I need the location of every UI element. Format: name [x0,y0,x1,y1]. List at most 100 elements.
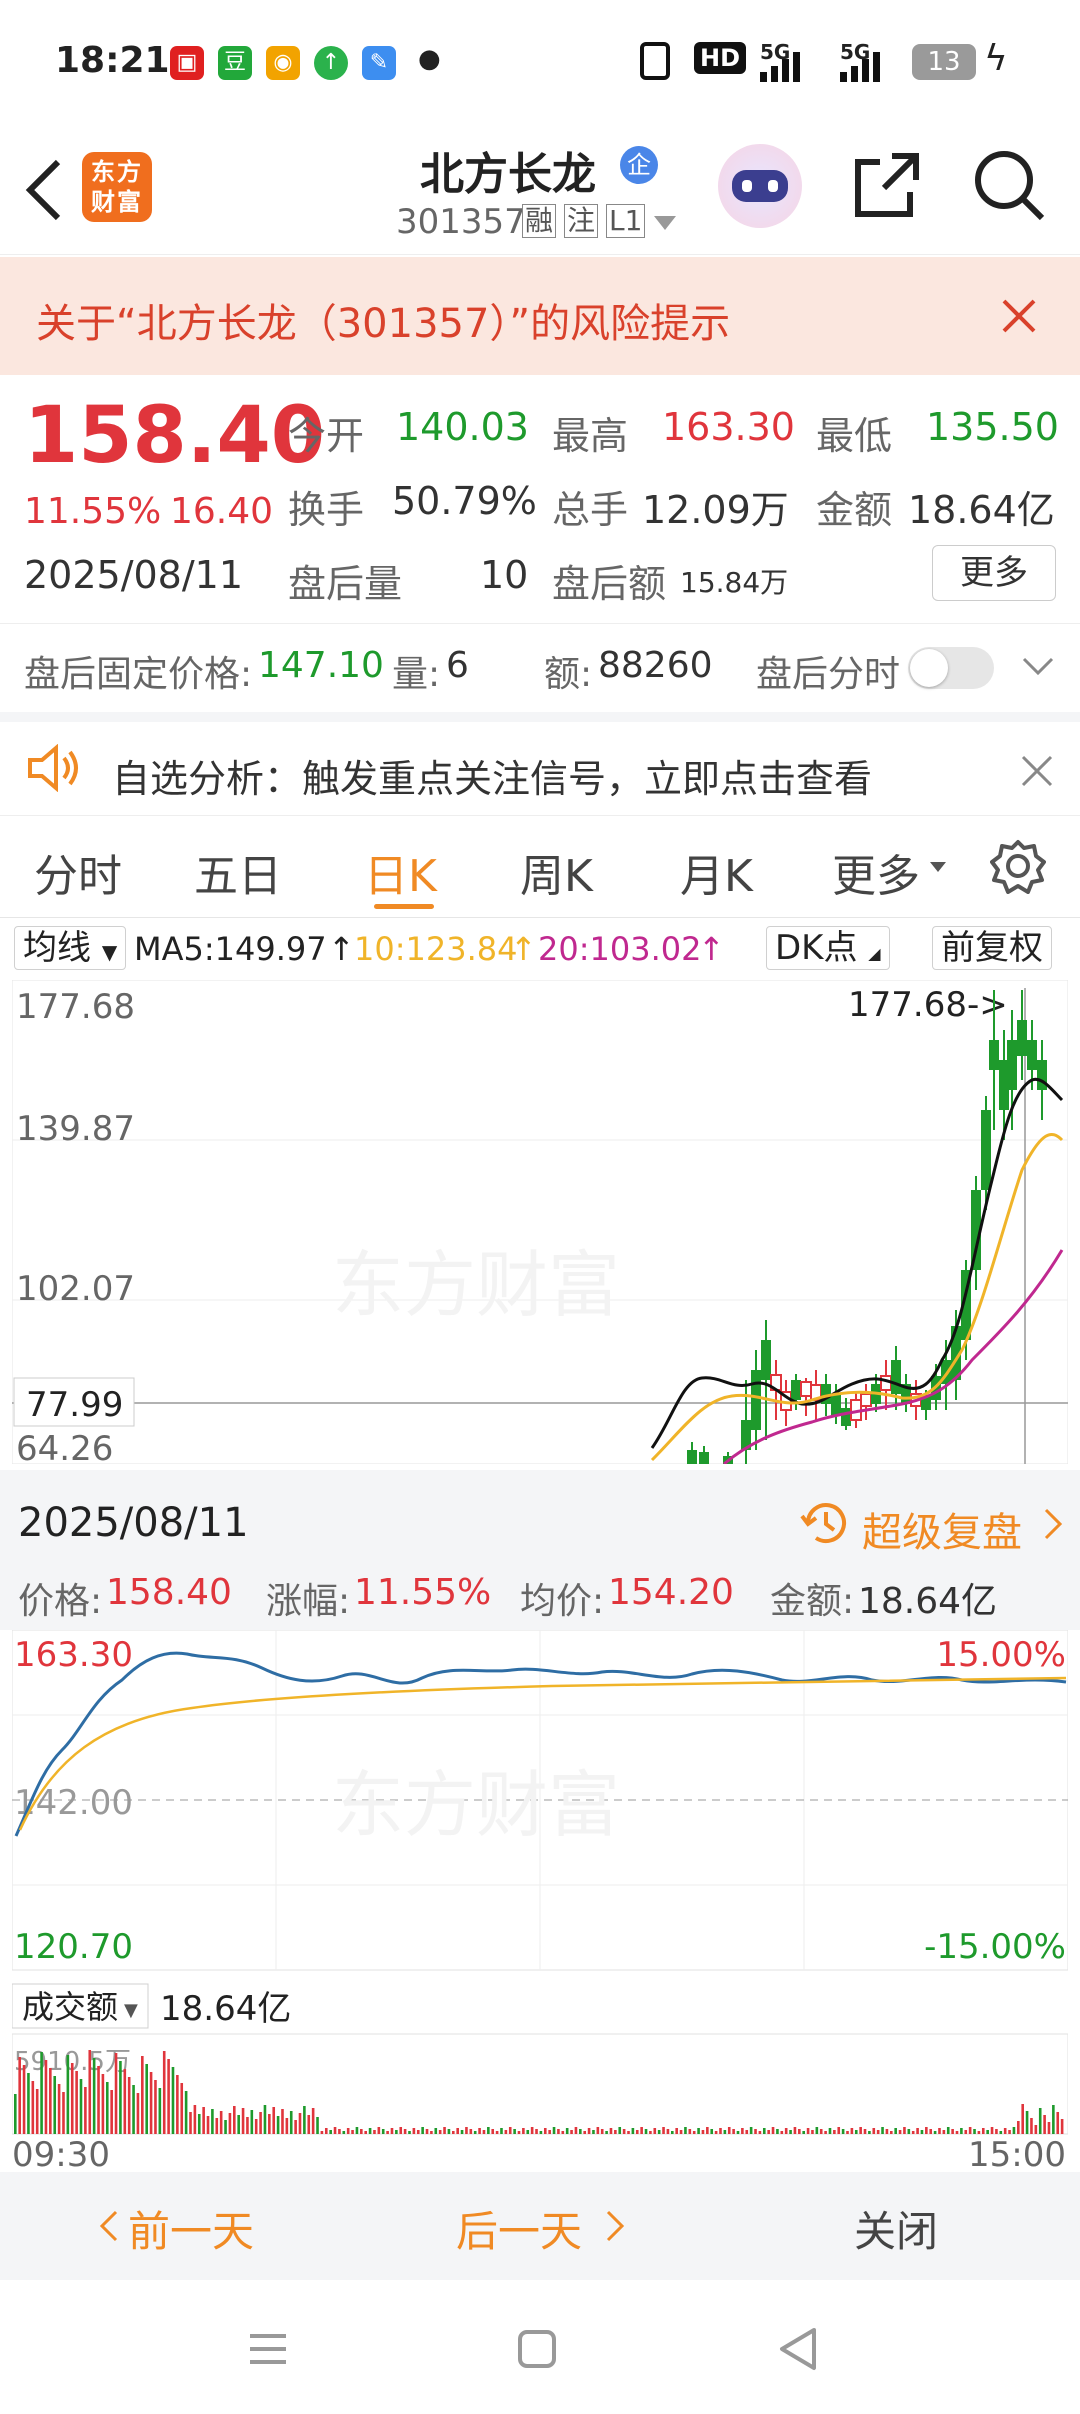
volume-bar [184,2091,188,2134]
history-icon[interactable] [798,1498,848,1548]
volume-bar [355,2127,359,2134]
volume-bar [307,2115,311,2134]
volume-bar [438,2130,442,2134]
volume-bar [399,2127,403,2134]
margin-tag: 融 [522,204,557,238]
volume-select[interactable]: 成交额 [22,1988,118,2026]
low-value: 135.50 [926,405,1059,449]
volume-bar [342,2131,346,2134]
volume-bar [885,2129,889,2134]
volume-bar [846,2131,849,2134]
volume-bar [206,2116,210,2134]
menu-icon[interactable] [246,2330,290,2368]
volume-bar [381,2129,385,2134]
volume-bar [574,2127,578,2134]
intraday-pct-value: 11.55% [354,1572,492,1613]
volume-bar [986,2130,989,2134]
app-logo[interactable]: 东方财富 [82,152,152,222]
volume-bar [644,2129,648,2134]
volume-bar [316,2117,319,2134]
max-price-marker: 177.68-> [848,985,1008,1025]
chevron-down-icon[interactable] [654,216,676,230]
analysis-banner[interactable]: 自选分析：触发重点关注信号，立即点击查看 [0,712,1080,816]
gear-icon[interactable] [990,838,1046,894]
intraday-price-label: 价格: [18,1581,103,1622]
volume-bar [145,2064,148,2134]
volume-bar [552,2127,556,2134]
tab-intraday[interactable]: 分时 [34,840,122,904]
super-replay-button[interactable]: 超级复盘 [862,1500,1022,1558]
amount-value: 18.64亿 [908,488,1055,532]
analysis-text[interactable]: 自选分析：触发重点关注信号，立即点击查看 [112,748,872,803]
volume-bar [981,2128,985,2134]
y-label-2: 139.87 [16,1109,135,1149]
stock-code: 301357 [396,202,526,242]
risk-warning-text[interactable]: 关于“北方长龙（301357）”的风险提示 [36,291,730,349]
volume-bar [605,2131,608,2134]
close-icon[interactable] [1000,297,1038,335]
after-hours-amt-value: 88260 [598,645,713,686]
volume-bar [35,2089,39,2134]
tab-more[interactable]: 更多 [832,840,920,904]
back-nav-icon[interactable] [776,2326,820,2372]
upload-icon: ↑ [314,46,348,80]
more-button[interactable]: 更多 [932,545,1056,601]
volume-bar [495,2131,499,2134]
kline-chart[interactable]: 东方财富 177.68 139.87 102.07 77.99 64.26 17… [12,980,1068,1464]
douban-icon: 豆 [218,46,252,80]
volume-bar [771,2127,775,2134]
previous-day-button[interactable]: 前一天 [128,2198,254,2259]
volume-bar [789,2130,792,2134]
volume-total: 18.64亿 [160,1989,291,2029]
chevron-right-icon[interactable] [1042,1506,1064,1542]
share-icon[interactable] [852,150,922,220]
volume-bar [1008,2130,1011,2134]
chevron-right-icon[interactable] [604,2208,626,2244]
volume-bar [18,2057,21,2134]
volume-bar [1021,2104,1024,2134]
candle-body [831,1394,841,1416]
volume-bar [176,2075,179,2134]
chevron-down-icon[interactable] [1020,655,1056,679]
volume-bar [640,2127,643,2134]
ai-assistant-icon[interactable] [718,144,802,228]
volume-bar [513,2129,516,2134]
risk-warning-banner[interactable]: 关于“北方长龙（301357）”的风险提示 [0,257,1080,375]
tab-weekly-k[interactable]: 周K [520,840,593,904]
volume-bar [898,2130,902,2134]
volume-bar [197,2114,201,2134]
volume-bar [351,2130,354,2134]
volume-bar [211,2109,214,2134]
indicator-select[interactable]: 均线 ▼ [14,926,127,970]
volume-bar [618,2127,622,2134]
volume-bar [894,2128,897,2134]
chevron-left-icon[interactable] [98,2208,120,2244]
close-button[interactable]: 关闭 [854,2198,938,2259]
intraday-pct-label: 涨幅: [266,1581,351,1622]
next-day-button[interactable]: 后一天 [456,2198,582,2259]
volume-bar [49,2068,52,2134]
tab-five-day[interactable]: 五日 [194,840,282,904]
current-price: 158.40 [24,391,325,481]
after-hours-toggle[interactable] [908,647,994,689]
after-hours-amount-value: 15.84万 [680,566,789,599]
volume-bar [557,2129,560,2134]
candle-body [699,1452,709,1464]
volume-bar [469,2129,473,2134]
volume-bar [916,2128,919,2134]
volume-bar [723,2130,727,2134]
close-icon[interactable] [1020,754,1054,788]
adjust-button[interactable]: 前复权 [932,926,1052,970]
chevron-down-icon: ▼ [101,940,118,964]
volume-bar [579,2129,582,2134]
home-icon[interactable] [516,2328,558,2370]
volume-bar [819,2129,823,2134]
intraday-chart[interactable]: 东方财富 163.30 142.00 120.70 15.00% -15.00%… [12,1630,1068,2170]
tab-monthly-k[interactable]: 月K [680,840,753,904]
dk-point-button[interactable]: DK点 ◢ [766,926,890,970]
search-icon[interactable] [972,148,1046,222]
crosshair-price: 77.99 [26,1385,123,1425]
volume-bar [430,2131,433,2134]
tab-daily-k[interactable]: 日K [364,840,437,904]
back-icon[interactable] [22,158,66,222]
